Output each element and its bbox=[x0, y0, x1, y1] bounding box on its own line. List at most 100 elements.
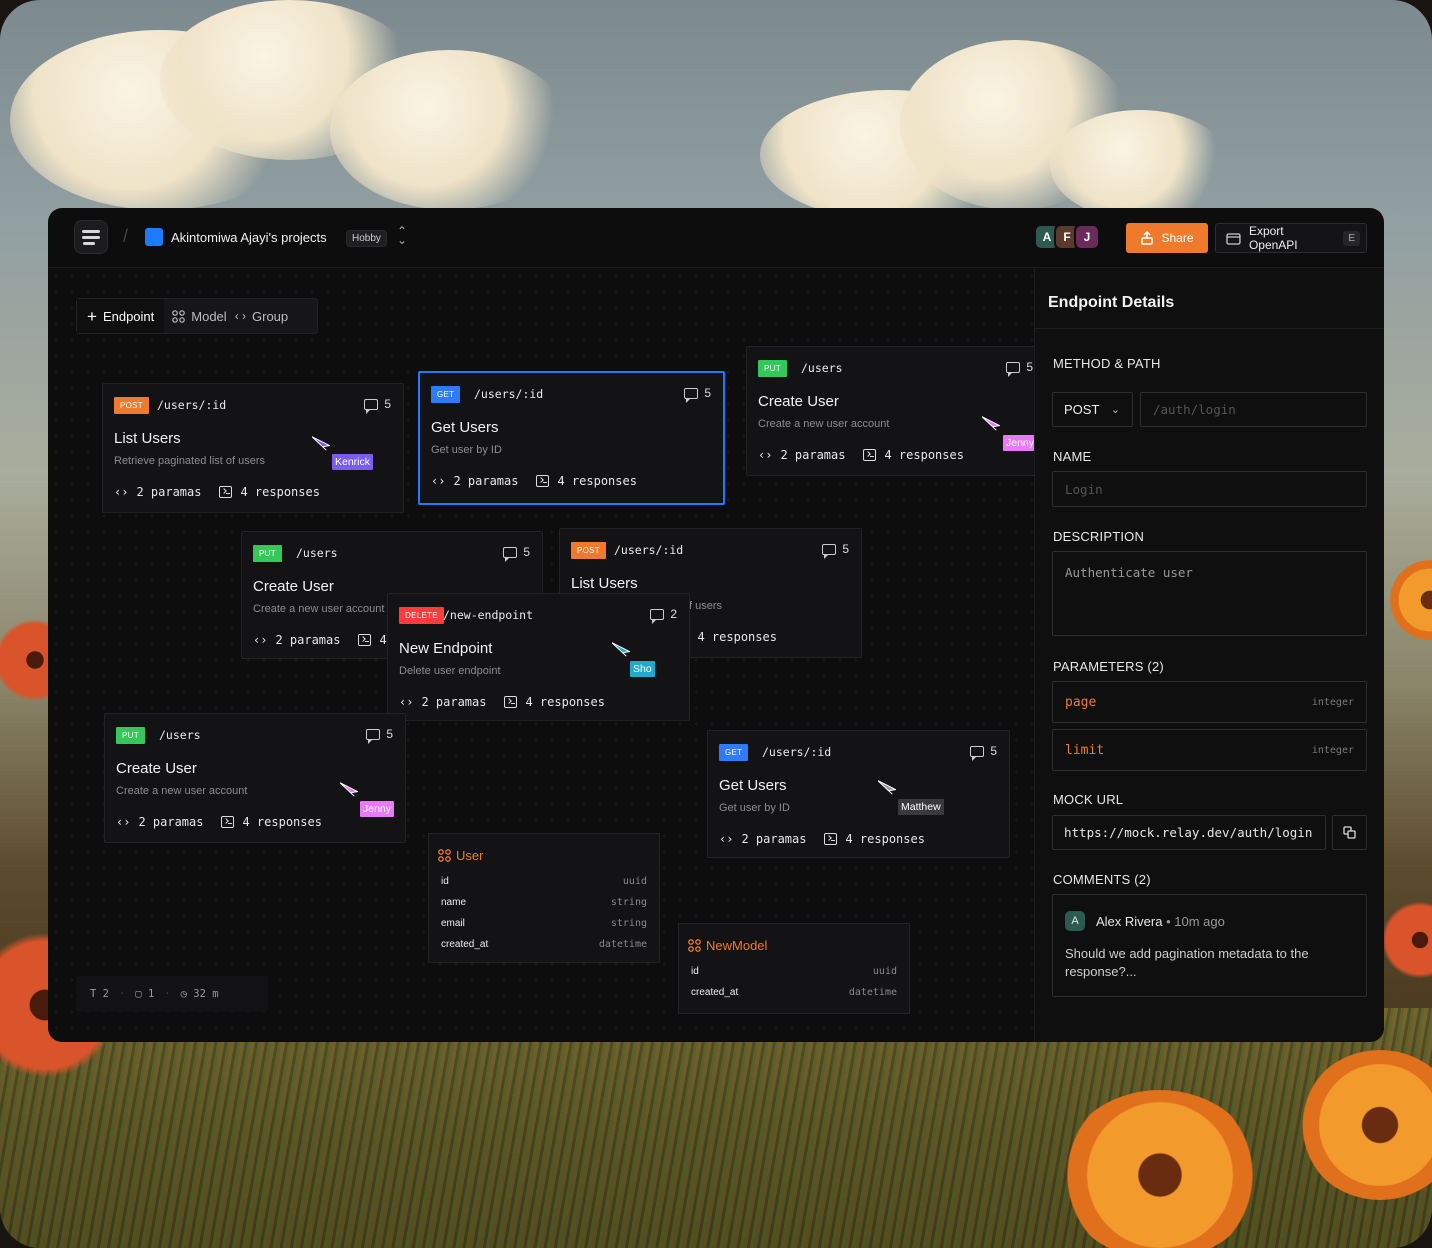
comment-count[interactable]: 5 bbox=[822, 542, 849, 559]
description-textarea[interactable]: Authenticate user bbox=[1052, 551, 1367, 636]
endpoint-card[interactable]: GET /users/:id 5 Get Users Get user by I… bbox=[707, 730, 1010, 858]
breadcrumb-separator: / bbox=[123, 226, 129, 246]
project-switcher-icon[interactable]: ⌃ ⌄ bbox=[397, 225, 407, 246]
model-field-row: created_at datetime bbox=[441, 939, 647, 950]
model-icon bbox=[172, 309, 186, 323]
comment-count[interactable]: 5 bbox=[366, 727, 393, 744]
field-type: uuid bbox=[622, 876, 647, 887]
endpoint-card[interactable]: PUT /users 5 Create User Create a new us… bbox=[746, 346, 1046, 476]
comments-label: COMMENTS (2) bbox=[1053, 872, 1151, 887]
text-icon: T bbox=[90, 988, 97, 1000]
comment-icon bbox=[503, 546, 518, 562]
plus-icon: + bbox=[87, 306, 97, 326]
endpoint-meta: ‹› 2 paramas 4 responses bbox=[719, 832, 925, 846]
endpoint-description: Get user by ID bbox=[431, 444, 502, 456]
comment-count[interactable]: 5 bbox=[364, 397, 391, 414]
endpoint-path: /new-endpoint bbox=[443, 608, 534, 622]
comment-count[interactable]: 5 bbox=[970, 744, 997, 761]
comment-icon bbox=[650, 608, 665, 624]
collaborator-cursor-icon bbox=[340, 782, 358, 797]
params-count: 2 paramas bbox=[421, 695, 487, 709]
description-label: DESCRIPTION bbox=[1053, 529, 1145, 544]
copy-url-button[interactable] bbox=[1332, 815, 1367, 850]
model-title: NewModel bbox=[688, 938, 767, 953]
comment-text: Should we add pagination metadata to the… bbox=[1065, 946, 1309, 979]
code-icon: ‹› bbox=[116, 815, 131, 829]
endpoint-card[interactable]: DELETE /new-endpoint 2 New Endpoint Dele… bbox=[387, 593, 690, 721]
params-count: 2 paramas bbox=[780, 448, 846, 462]
name-input[interactable]: Login bbox=[1052, 471, 1367, 507]
avatar[interactable]: J bbox=[1074, 224, 1100, 250]
endpoint-path: /users/:id bbox=[762, 745, 832, 759]
endpoint-path: /users bbox=[801, 361, 843, 375]
comment-count[interactable]: 5 bbox=[684, 386, 711, 403]
endpoint-count: T 2 bbox=[90, 988, 109, 1000]
responses-count: 4 responses bbox=[242, 815, 322, 829]
collaborator-cursor-icon bbox=[982, 416, 1000, 431]
comment-count[interactable]: 2 bbox=[650, 607, 677, 624]
code-icon: ‹ › bbox=[234, 309, 247, 323]
path-placeholder: /auth/login bbox=[1153, 402, 1236, 417]
endpoint-card[interactable]: GET /users/:id 5 Get Users Get user by I… bbox=[418, 371, 725, 505]
endpoint-title: New Endpoint bbox=[399, 640, 493, 657]
model-field-row: name string bbox=[441, 897, 647, 908]
responses-count: 4 responses bbox=[697, 630, 777, 644]
panel-header: Endpoint Details bbox=[1035, 268, 1384, 329]
parameters-label: PARAMETERS (2) bbox=[1053, 659, 1164, 674]
endpoint-description: Get user by ID bbox=[719, 802, 790, 814]
endpoint-title: Create User bbox=[758, 393, 839, 410]
model-name: NewModel bbox=[706, 938, 768, 953]
comment-icon bbox=[822, 543, 837, 559]
add-endpoint-button[interactable]: + Endpoint bbox=[77, 299, 165, 333]
model-icon bbox=[438, 849, 451, 862]
method-badge: PUT bbox=[253, 545, 282, 562]
mock-url-field[interactable]: https://mock.relay.dev/auth/login bbox=[1052, 815, 1326, 850]
mock-url-value: https://mock.relay.dev/auth/login bbox=[1064, 825, 1313, 840]
endpoint-description: Delete user endpoint bbox=[399, 665, 501, 677]
parameter-row-limit[interactable]: limit integer bbox=[1052, 729, 1367, 771]
endpoint-card[interactable]: POST /users/:id 5 List Users Retrieve pa… bbox=[102, 383, 404, 513]
comment-header: Alex Rivera • 10m ago bbox=[1096, 914, 1225, 929]
share-button[interactable]: Share bbox=[1126, 223, 1208, 253]
app-window: / Akintomiwa Ajayi's projects Hobby ⌃ ⌄ A… bbox=[48, 208, 1384, 1042]
path-input[interactable]: /auth/login bbox=[1140, 392, 1367, 427]
code-icon: ‹› bbox=[399, 695, 414, 709]
endpoint-meta: ‹› 2 paramas 4 responses bbox=[114, 485, 320, 499]
field-name: id bbox=[691, 966, 699, 977]
top-bar: / Akintomiwa Ajayi's projects Hobby ⌃ ⌄ A… bbox=[48, 208, 1384, 268]
comment-item[interactable]: A Alex Rivera • 10m ago Should we add pa… bbox=[1052, 894, 1367, 997]
separator-dot: · bbox=[118, 988, 126, 1000]
model-card-user[interactable]: User id uuid name string email string creat… bbox=[428, 833, 660, 963]
app-logo-icon[interactable] bbox=[74, 220, 108, 254]
model-field-row: created_at datetime bbox=[691, 987, 897, 998]
code-icon: ‹› bbox=[431, 474, 446, 488]
field-type: datetime bbox=[598, 939, 647, 950]
add-group-button[interactable]: ‹ › Group bbox=[235, 299, 296, 333]
params-count: 2 paramas bbox=[453, 474, 519, 488]
field-name: name bbox=[441, 897, 467, 908]
export-shortcut-key: E bbox=[1343, 230, 1360, 246]
method-select[interactable]: POST ⌄ bbox=[1052, 392, 1133, 427]
project-name[interactable]: Akintomiwa Ajayi's projects bbox=[171, 230, 327, 245]
model-card-newmodel[interactable]: NewModel id uuid created_at datetime bbox=[678, 923, 910, 1014]
session-time: ◷ 32 m bbox=[180, 988, 219, 1000]
add-model-button[interactable]: Model bbox=[164, 299, 234, 333]
field-name: email bbox=[441, 918, 465, 929]
parameter-type: integer bbox=[1311, 744, 1354, 756]
model-label: Model bbox=[191, 308, 227, 324]
endpoint-title: List Users bbox=[114, 430, 181, 447]
comment-count[interactable]: 5 bbox=[503, 545, 530, 562]
collaborator-name-tag: Kenrick bbox=[332, 454, 374, 470]
endpoint-card[interactable]: PUT /users 5 Create User Create a new us… bbox=[104, 713, 406, 843]
comment-count[interactable]: 5 bbox=[1006, 360, 1033, 377]
collaborator-name-tag: Jenny bbox=[360, 801, 395, 817]
endpoint-title: Create User bbox=[116, 760, 197, 777]
export-openapi-button[interactable]: Export OpenAPI E bbox=[1215, 223, 1367, 253]
params-count: 2 paramas bbox=[275, 633, 341, 647]
endpoint-description: Create a new user account bbox=[116, 785, 248, 797]
terminal-icon bbox=[358, 634, 372, 646]
parameter-row-page[interactable]: page integer bbox=[1052, 681, 1367, 723]
comment-icon bbox=[364, 398, 379, 414]
comment-icon bbox=[970, 745, 985, 761]
code-icon: ‹› bbox=[253, 633, 268, 647]
